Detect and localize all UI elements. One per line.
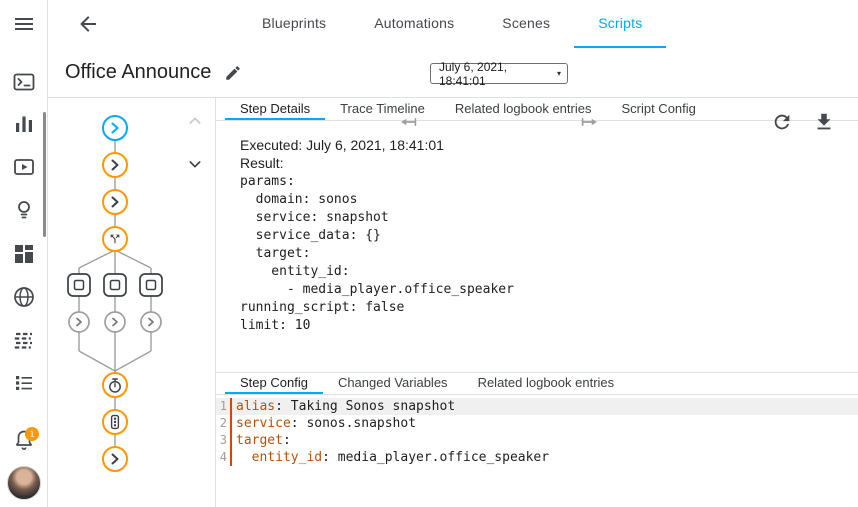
- graph-node-final-step[interactable]: [103, 447, 127, 471]
- graph-node-branch-option-1[interactable]: [68, 274, 90, 296]
- code-line: 1 alias: Taking Sonos snapshot: [216, 398, 858, 415]
- edit-script-button[interactable]: [224, 64, 242, 82]
- sidebar-item-tips[interactable]: [12, 198, 36, 222]
- yaml-key: service: [236, 416, 291, 431]
- back-button[interactable]: [76, 12, 100, 36]
- graph-node-branch-step-1[interactable]: [69, 312, 89, 332]
- yaml-code-editor[interactable]: 1 alias: Taking Sonos snapshot 2 service…: [216, 395, 858, 507]
- logbook-list-icon: [12, 371, 36, 395]
- tab-blueprints[interactable]: Blueprints: [238, 0, 350, 48]
- page-title: Office Announce: [65, 61, 211, 84]
- line-number: 3: [216, 432, 232, 449]
- line-number: 2: [216, 415, 232, 432]
- previous-run-button[interactable]: [398, 111, 420, 133]
- main-area: Blueprints Automations Scenes Scripts Of…: [48, 0, 858, 507]
- code-line: 2 service: sonos.snapshot: [216, 415, 858, 432]
- result-yaml: params: domain: sonos service: snapshot …: [240, 173, 834, 335]
- top-tab-bar: Blueprints Automations Scenes Scripts: [48, 0, 858, 48]
- sidebar-item-dashboard[interactable]: [12, 242, 36, 266]
- tab-automations[interactable]: Automations: [350, 0, 478, 48]
- graph-node-branch-option-3[interactable]: [140, 274, 162, 296]
- yaml-key: target: [236, 433, 283, 448]
- sidebar-item-film-roll[interactable]: [12, 328, 36, 352]
- menu-icon: [12, 12, 36, 36]
- lightbulb-icon: [12, 198, 36, 222]
- trace-toolbar: Office Announce July 6, 2021, 18:41:01 ▾: [48, 48, 858, 98]
- sidebar-scrollbar[interactable]: [43, 112, 46, 237]
- top-tabs: Blueprints Automations Scenes Scripts: [238, 0, 666, 48]
- tab-scripts[interactable]: Scripts: [574, 0, 666, 48]
- run-select[interactable]: July 6, 2021, 18:41:01 ▾: [430, 63, 568, 84]
- tab-script-config[interactable]: Script Config: [606, 98, 710, 120]
- script-node-graph: [48, 98, 216, 507]
- line-number: 1: [216, 398, 232, 415]
- tab-config-related-logbook-entries[interactable]: Related logbook entries: [463, 373, 630, 394]
- step-details-content: Executed: July 6, 2021, 18:41:01 Result:…: [216, 121, 858, 372]
- yaml-value: : sonos.snapshot: [291, 416, 416, 431]
- sidebar-item-media-browser[interactable]: [12, 155, 36, 179]
- graph-node-branch-step-2[interactable]: [105, 312, 125, 332]
- tab-step-details[interactable]: Step Details: [225, 98, 325, 120]
- dropdown-caret-icon: ▾: [557, 69, 561, 78]
- notification-badge: 1: [25, 427, 39, 441]
- sidebar-item-history[interactable]: [12, 112, 36, 136]
- script-graph-panel: [48, 98, 216, 507]
- ray-arrow-right-icon: [578, 111, 600, 133]
- yaml-key: alias: [236, 399, 275, 414]
- config-tabs: Step Config Changed Variables Related lo…: [216, 372, 858, 395]
- run-select-value: July 6, 2021, 18:41:01: [439, 60, 557, 88]
- yaml-value: : Taking Sonos snapshot: [275, 399, 455, 414]
- graph-node-step-2[interactable]: [103, 153, 127, 177]
- graph-node-wait-timer[interactable]: [103, 373, 127, 397]
- sidebar-item-logbook[interactable]: [12, 371, 36, 395]
- film-roll-icon: [12, 328, 36, 352]
- menu-button[interactable]: [12, 12, 36, 36]
- refresh-icon: [771, 111, 793, 133]
- terminal-icon: [12, 70, 36, 94]
- code-line: 4 entity_id: media_player.office_speaker: [216, 449, 858, 466]
- bar-chart-icon: [12, 112, 36, 136]
- dashboard-icon: [12, 242, 36, 266]
- globe-icon: [12, 285, 36, 309]
- user-avatar[interactable]: [7, 466, 41, 500]
- graph-node-step-3[interactable]: [103, 190, 127, 214]
- executed-timestamp: Executed: July 6, 2021, 18:41:01: [240, 136, 834, 154]
- yaml-value: : media_player.office_speaker: [322, 450, 549, 465]
- trace-content: Step Details Trace Timeline Related logb…: [48, 98, 858, 507]
- details-tabs: Step Details Trace Timeline Related logb…: [216, 98, 858, 121]
- sidebar: 1: [0, 0, 48, 507]
- graph-node-parallel-split[interactable]: [103, 227, 127, 251]
- arrow-left-icon: [76, 12, 100, 36]
- graph-node-branch-option-2[interactable]: [104, 274, 126, 296]
- graph-node-branch-step-3[interactable]: [141, 312, 161, 332]
- download-button[interactable]: [813, 111, 835, 133]
- yaml-key: entity_id: [252, 450, 322, 465]
- result-label: Result:: [240, 154, 834, 172]
- tab-changed-variables[interactable]: Changed Variables: [323, 373, 463, 394]
- code-line: 3 target:: [216, 432, 858, 449]
- line-number: 4: [216, 449, 232, 466]
- tab-trace-timeline[interactable]: Trace Timeline: [325, 98, 440, 120]
- sidebar-item-web[interactable]: [12, 285, 36, 309]
- yaml-value: :: [283, 433, 291, 448]
- sidebar-item-developer-tools[interactable]: [12, 70, 36, 94]
- tab-step-config[interactable]: Step Config: [225, 373, 323, 394]
- ray-arrow-left-icon: [398, 111, 420, 133]
- trace-details-panel: Step Details Trace Timeline Related logb…: [216, 98, 858, 507]
- graph-node-step-1[interactable]: [103, 116, 127, 140]
- media-play-icon: [12, 155, 36, 179]
- refresh-button[interactable]: [771, 111, 793, 133]
- app-window: 1 Blueprints Automations Scenes Scripts …: [0, 0, 858, 507]
- download-icon: [813, 111, 835, 133]
- next-run-button[interactable]: [578, 111, 600, 133]
- graph-node-wait-trigger[interactable]: [103, 410, 127, 434]
- pencil-icon: [224, 64, 242, 82]
- tab-scenes[interactable]: Scenes: [478, 0, 574, 48]
